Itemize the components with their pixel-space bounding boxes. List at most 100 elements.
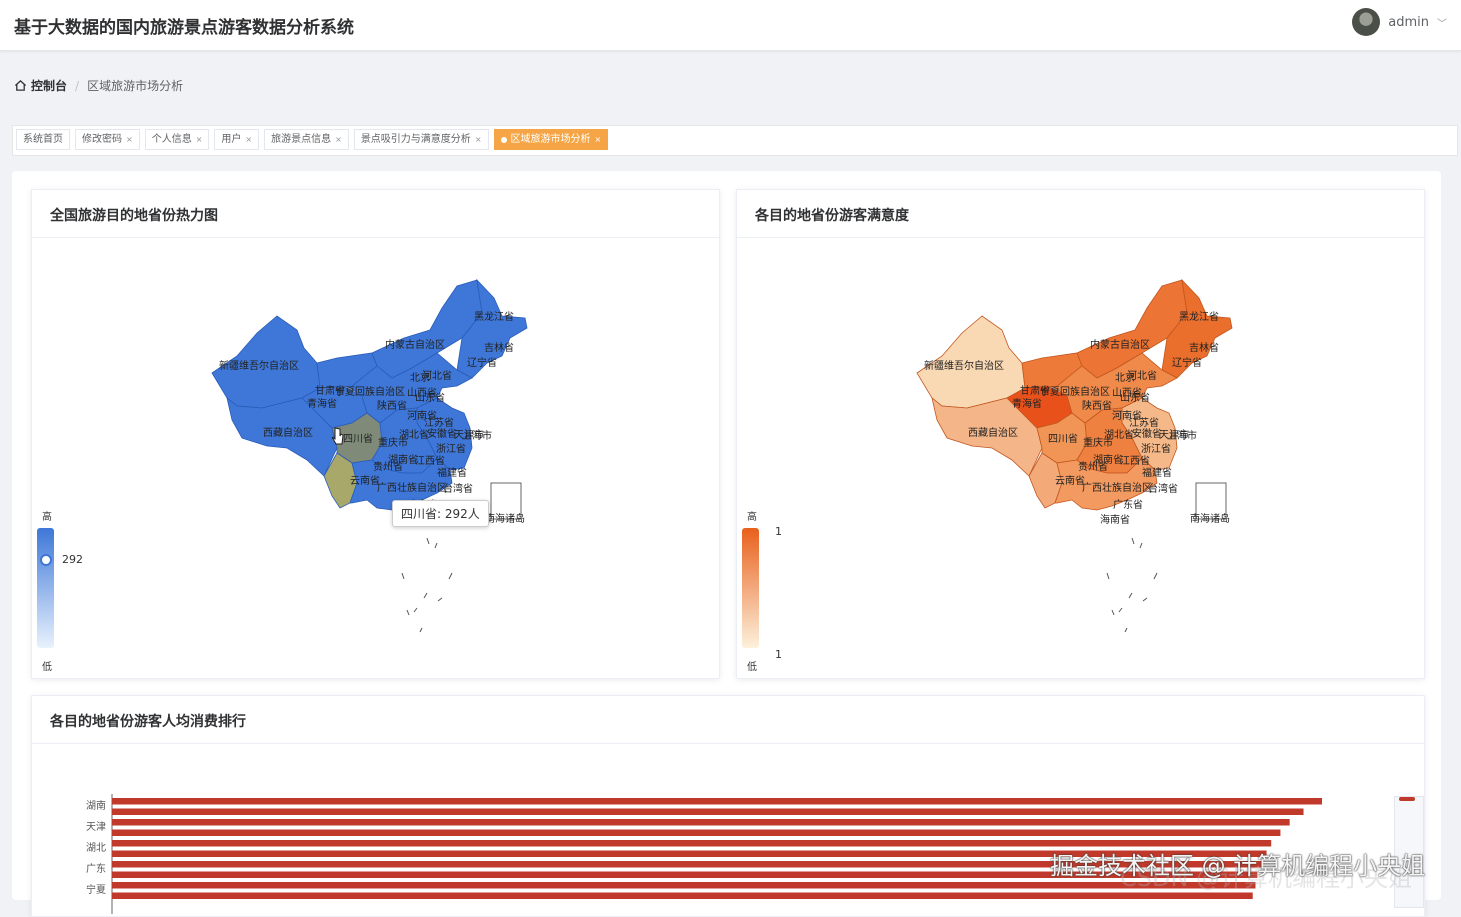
close-icon[interactable]: × xyxy=(196,129,203,150)
close-icon[interactable]: × xyxy=(595,129,602,150)
close-icon[interactable]: × xyxy=(335,129,342,150)
chevron-down-icon[interactable]: ﹀ xyxy=(1437,15,1447,30)
tab-label: 系统首页 xyxy=(23,134,63,145)
province-label: 西藏自治区 xyxy=(263,426,313,439)
bar-9[interactable] xyxy=(112,892,1253,900)
island-marks xyxy=(1106,537,1158,633)
province-label: 北京 xyxy=(1115,371,1135,384)
bar-8[interactable] xyxy=(112,882,1256,889)
province-label: 云南省 xyxy=(350,474,380,487)
y-tick-label: 天津 xyxy=(86,821,106,833)
province-label: 西藏自治区 xyxy=(968,426,1018,439)
province-label: 辽宁省 xyxy=(467,356,497,369)
tab-label: 景点吸引力与满意度分析 xyxy=(360,134,471,145)
province-label: 江苏省 xyxy=(1129,416,1159,429)
province-label: 江苏省 xyxy=(424,416,454,429)
tab-label: 修改密码 xyxy=(82,134,122,145)
visual-map-bar[interactable] xyxy=(742,528,759,648)
cursor-icon xyxy=(331,427,344,445)
heatmap-card: 全国旅游目的地省份热力图 黑龙江省 吉林省 辽宁省 内蒙古自治区 新疆维吾尔自治区 甘肃省… xyxy=(31,189,720,679)
visual-map-low-label: 低 xyxy=(42,662,52,673)
province-label: 江西省 xyxy=(1120,454,1150,467)
province-label: 广东省 xyxy=(1113,498,1143,511)
province-label: 江西省 xyxy=(415,454,445,467)
visual-map-heat[interactable]: 高 292 低 xyxy=(37,508,97,673)
tab-3[interactable]: 用户 × xyxy=(214,129,260,150)
province-label: 宁夏回族自治区 xyxy=(1040,385,1110,398)
province-label: 台湾省 xyxy=(443,482,473,495)
province-label: 福建省 xyxy=(1142,466,1172,479)
home-icon xyxy=(14,79,27,91)
satisfaction-card: 各目的地省份游客满意度 黑龙江省 吉林省 辽宁省 内蒙古自治区 新疆维吾尔自治区 甘肃省宁… xyxy=(736,189,1425,679)
bar-1[interactable] xyxy=(112,808,1304,816)
breadcrumb: 控制台 / 区域旅游市场分析 xyxy=(14,77,183,94)
province-label: 吉林省 xyxy=(1189,341,1219,354)
visual-map-handle[interactable] xyxy=(38,552,54,568)
bar-card-title: 各目的地省份游客人均消费排行 xyxy=(50,714,246,730)
user-menu[interactable]: admin ﹀ xyxy=(1352,8,1447,36)
province-label: 云南省 xyxy=(1055,474,1085,487)
map-tooltip: 四川省: 292人 xyxy=(392,500,489,527)
y-tick-label: 广东 xyxy=(86,862,106,875)
breadcrumb-current: 区域旅游市场分析 xyxy=(87,79,184,93)
province-label: 贵州省 xyxy=(373,460,403,473)
china-heatmap[interactable]: 黑龙江省吉林省辽宁省内蒙古自治区新疆维吾尔自治区甘肃省宁夏回族自治区青海省 陕西省… xyxy=(32,238,719,678)
visual-map-low-label: 低 xyxy=(747,662,757,673)
active-dot-icon xyxy=(500,136,507,143)
tab-1[interactable]: 修改密码 × xyxy=(75,129,140,150)
tab-5[interactable]: 景点吸引力与满意度分析 × xyxy=(353,129,489,150)
close-icon[interactable]: × xyxy=(126,129,133,150)
province-label: 重庆市 xyxy=(378,436,408,449)
china-satisfaction-map[interactable]: 黑龙江省吉林省辽宁省内蒙古自治区新疆维吾尔自治区甘肃省宁夏回族自治区青海省 陕西省… xyxy=(737,238,1424,678)
breadcrumb-home[interactable]: 控制台 xyxy=(14,77,67,94)
watermark-juejin: 掘金技术社区 @ 计算机编程小央姐 xyxy=(1050,852,1426,880)
tab-label: 个人信息 xyxy=(151,134,192,145)
province-label: 北京 xyxy=(410,371,430,384)
tab-0[interactable]: 系统首页 xyxy=(16,129,70,150)
province-label: 广西壮族自治区 xyxy=(377,481,447,494)
y-tick-label: 湖南 xyxy=(86,799,106,812)
datazoom-handle[interactable] xyxy=(1399,797,1415,801)
province-label: 陕西省 xyxy=(377,399,407,412)
close-icon[interactable]: × xyxy=(245,129,252,150)
bar-0[interactable] xyxy=(112,798,1322,805)
tab-6[interactable]: 区域旅游市场分析 × xyxy=(493,129,609,150)
top-bar: 基于大数据的国内旅游景点游客数据分析系统 admin ﹀ xyxy=(0,0,1461,51)
province-label: 内蒙古自治区 xyxy=(1090,338,1150,351)
province-label: 贵州省 xyxy=(1078,460,1108,473)
province-label: 内蒙古自治区 xyxy=(385,338,445,351)
close-icon[interactable]: × xyxy=(475,129,482,150)
visual-map-high-label: 高 xyxy=(747,512,757,523)
province-label: 台湾省 xyxy=(1148,482,1178,495)
tab-label: 区域旅游市场分析 xyxy=(510,134,591,145)
app-title: 基于大数据的国内旅游景点游客数据分析系统 xyxy=(14,18,354,38)
visual-map-bar[interactable] xyxy=(37,528,54,648)
province-label: 广西壮族自治区 xyxy=(1082,481,1152,494)
province-label: 黑龙江省 xyxy=(1179,310,1219,323)
breadcrumb-home-label[interactable]: 控制台 xyxy=(31,77,67,94)
province-label: 吉林省 xyxy=(484,341,514,354)
tab-4[interactable]: 旅游景点信息 × xyxy=(264,129,349,150)
visual-map-satisfaction[interactable]: 高 1 1 低 xyxy=(742,508,802,673)
bar-2[interactable] xyxy=(112,819,1290,826)
province-label: 新疆维吾尔自治区 xyxy=(219,359,299,372)
satisfaction-card-title: 各目的地省份游客满意度 xyxy=(755,208,909,224)
province-label: 海南省 xyxy=(1100,513,1130,526)
province-label: 青海省 xyxy=(307,397,337,410)
tab-label: 旅游景点信息 xyxy=(271,134,332,145)
tab-2[interactable]: 个人信息 × xyxy=(144,129,210,150)
visual-map-min-label: 1 xyxy=(775,648,782,661)
province-label: 宁夏回族自治区 xyxy=(335,385,405,398)
province-label: 辽宁省 xyxy=(1172,356,1202,369)
tab-label: 用户 xyxy=(221,134,242,145)
province-label: 福建省 xyxy=(437,466,467,479)
username[interactable]: admin xyxy=(1388,15,1429,30)
province-label: 青海省 xyxy=(1012,397,1042,410)
bar-3[interactable] xyxy=(112,829,1281,837)
province-label: 浙江省 xyxy=(436,442,466,455)
island-marks xyxy=(401,537,453,633)
tags-view: 系统首页 修改密码 × 个人信息 × 用户 × 旅游景点信息 × 景点吸引力与满意度分析 × 区域旅游… xyxy=(12,125,1458,156)
avatar[interactable] xyxy=(1352,8,1381,36)
province-label: 上海市 xyxy=(1167,429,1197,442)
province-label: 南海诸岛 xyxy=(485,512,525,525)
